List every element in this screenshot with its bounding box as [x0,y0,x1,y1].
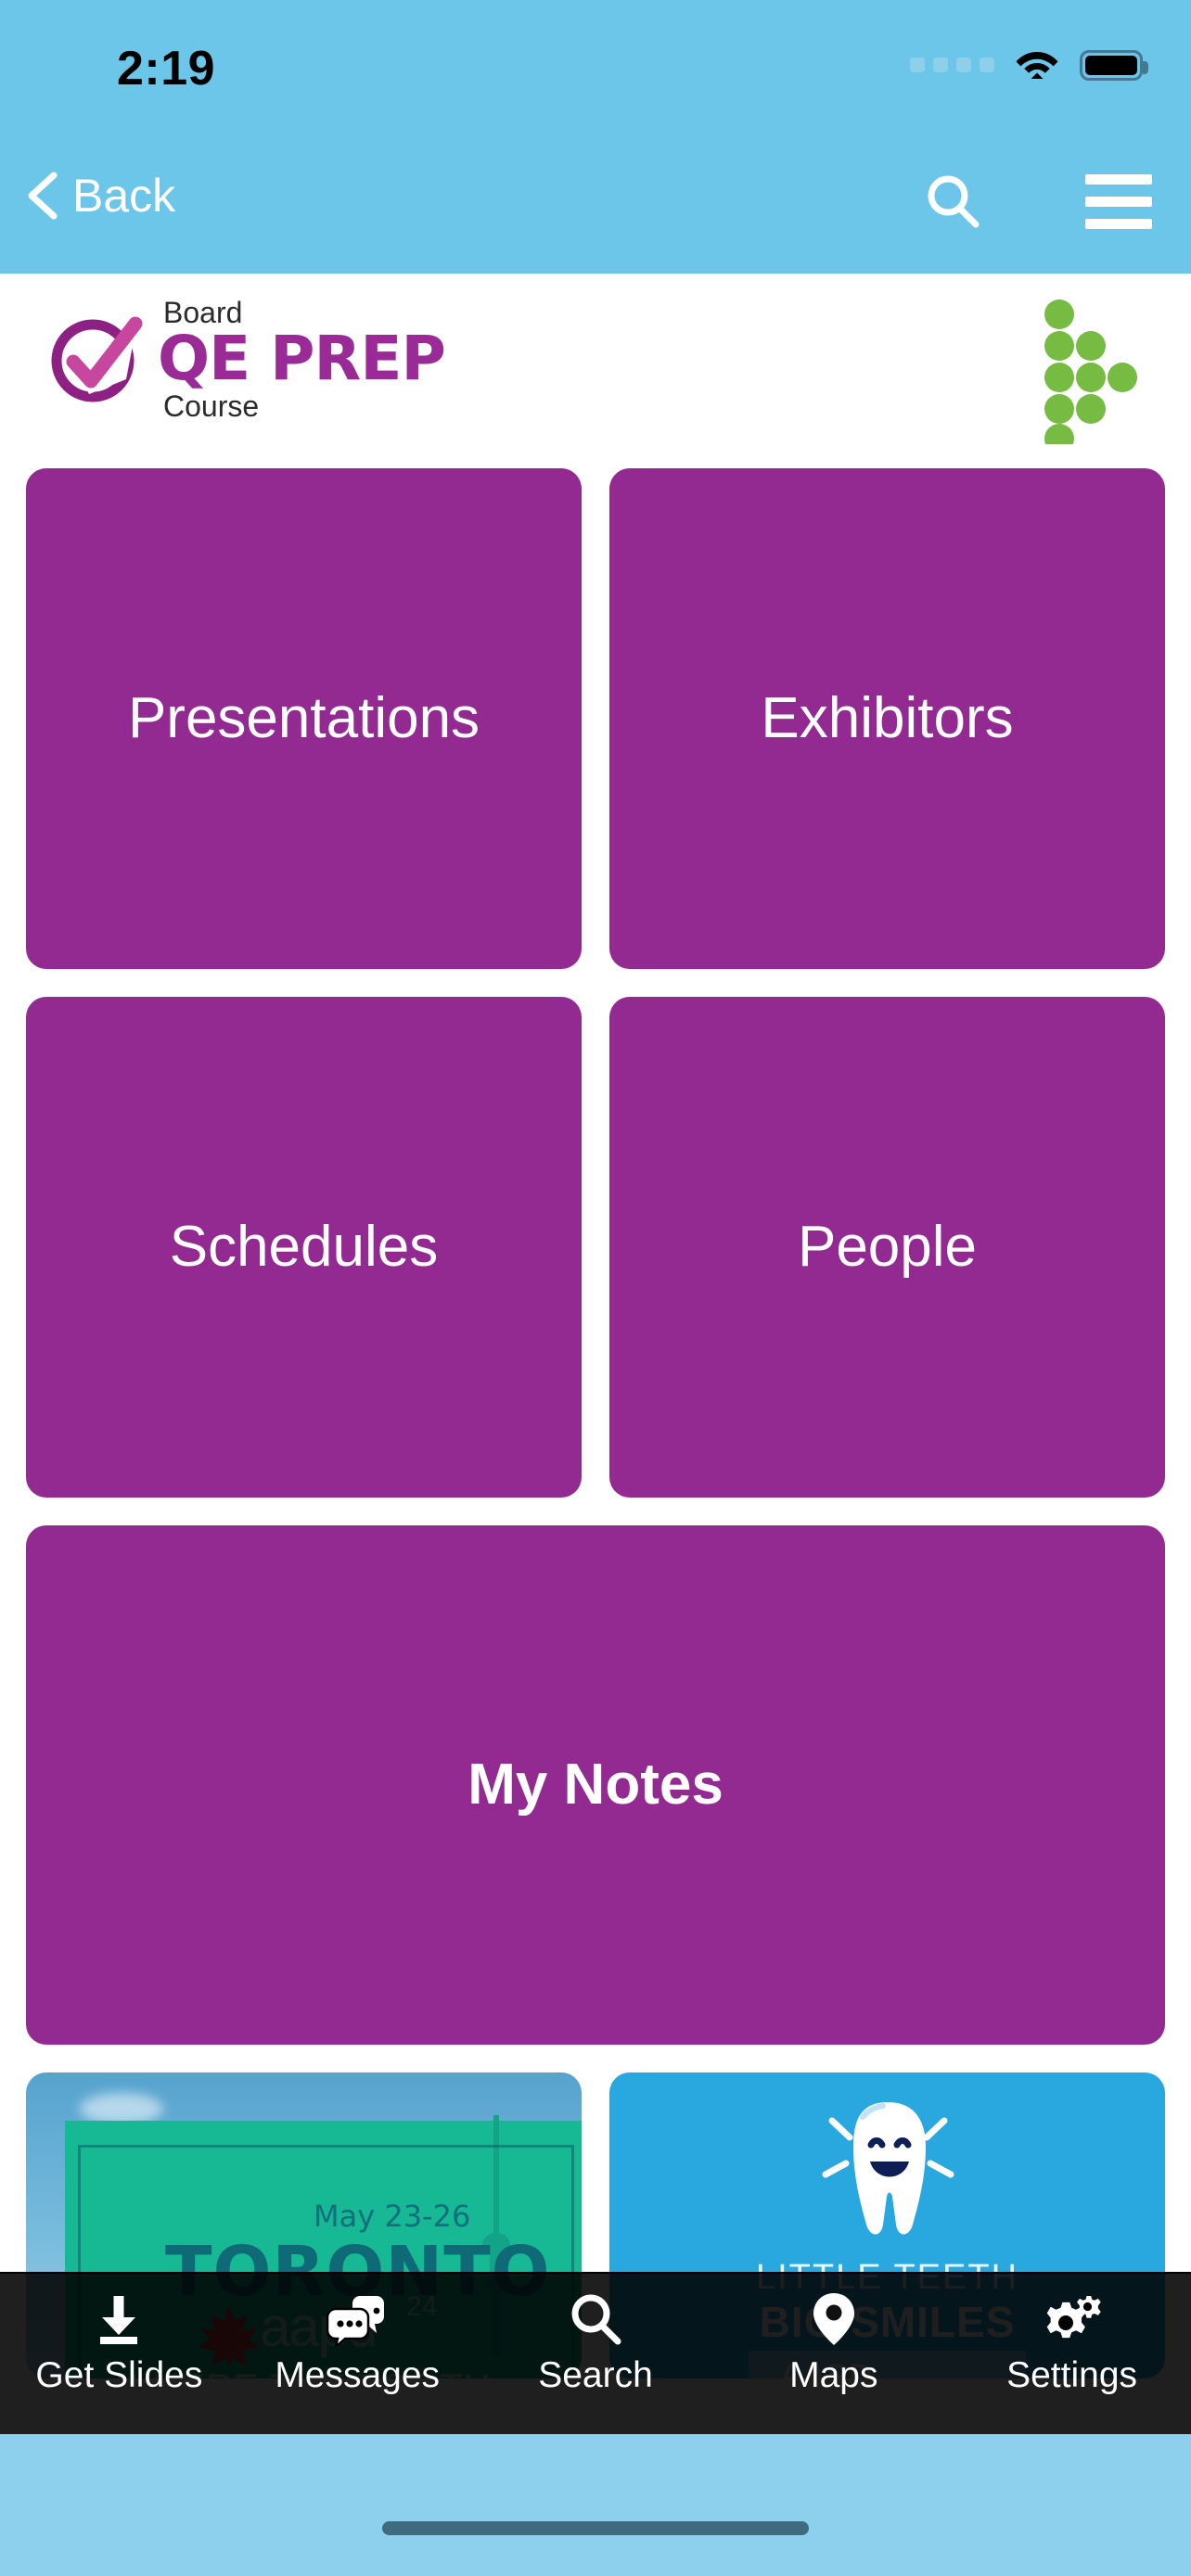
tile-exhibitors[interactable]: Exhibitors [609,468,1165,969]
gears-icon [1043,2290,1102,2348]
tile-grid: Presentations Exhibitors Schedules Peopl… [0,468,1191,2378]
tab-label: Settings [1006,2355,1138,2395]
nav-actions [924,172,1152,230]
content-area: Board QE PREP Course Presentations Exhib… [0,274,1191,2576]
green-dots-arrow-icon [1044,300,1137,444]
download-icon [92,2290,146,2348]
hamburger-menu-icon[interactable] [1085,173,1152,229]
chat-bubbles-icon [327,2290,388,2348]
tab-search[interactable]: Search [512,2290,679,2396]
signal-dots-icon [910,57,994,72]
tab-label: Messages [275,2355,441,2395]
search-icon [569,2290,622,2348]
status-indicators [910,48,1148,82]
tab-label: Search [538,2355,653,2395]
search-icon[interactable] [924,172,981,230]
tab-label: Maps [789,2355,878,2395]
tab-settings[interactable]: Settings [989,2290,1156,2396]
app-logo: Board QE PREP Course [45,294,446,423]
logo-course-text: Course [163,389,260,423]
tile-label: My Notes [467,1752,724,1817]
tile-label: Schedules [169,1214,439,1279]
tile-label: People [797,1214,978,1279]
navigation-bar: Back [0,148,1191,274]
map-pin-icon [811,2290,857,2348]
tile-label: Exhibitors [761,685,1014,750]
logo-wordmark: Board QE PREP Course [158,294,446,423]
tile-schedules[interactable]: Schedules [26,997,582,1498]
tab-get-slides[interactable]: Get Slides [35,2290,202,2396]
logo-qeprep-text: QE PREP [158,323,446,394]
back-label: Back [72,170,176,222]
check-circle-logo-icon [51,316,143,402]
toronto-date: May 23-26 [314,2199,471,2234]
status-time: 2:19 [117,42,216,96]
battery-full-icon [1080,49,1148,81]
tile-my-notes[interactable]: My Notes [26,1525,1165,2045]
home-indicator[interactable] [382,2521,809,2535]
wifi-icon [1016,52,1058,79]
tile-row: Schedules People [0,997,1191,1498]
tooth-illustration [609,2093,1165,2260]
tab-messages[interactable]: Messages [274,2290,441,2396]
home-indicator-area [0,2434,1191,2576]
tile-row: Presentations Exhibitors [0,468,1191,969]
brand-header: Board QE PREP Course [0,274,1191,468]
tile-row: My Notes [0,1525,1191,2045]
tab-maps[interactable]: Maps [750,2290,917,2396]
bottom-tab-bar: Get Slides Messages Search Maps Settings [0,2272,1191,2434]
tile-label: Presentations [127,685,480,750]
status-bar: 2:19 [0,0,1191,148]
back-button[interactable]: Back [24,169,175,223]
tile-presentations[interactable]: Presentations [26,468,582,969]
chevron-left-icon [28,172,58,220]
tab-label: Get Slides [35,2355,203,2395]
smiling-tooth-icon [822,2102,954,2235]
tile-people[interactable]: People [609,997,1165,1498]
app-screen: 2:19 Back Board QE PREP Course Presentat… [0,0,1191,2576]
